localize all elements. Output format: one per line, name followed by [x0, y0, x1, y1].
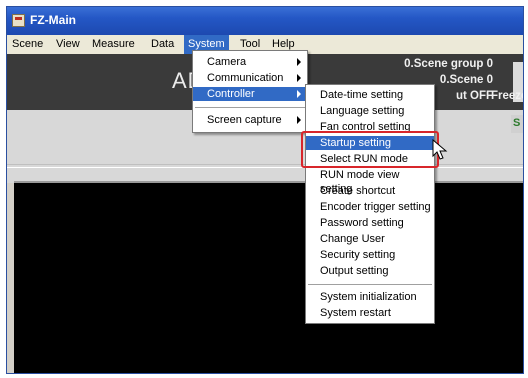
title-bar: FZ-Main	[7, 7, 523, 35]
menu-item-system-initialization[interactable]: System initialization	[306, 290, 434, 304]
output-label: ut OFF	[455, 90, 493, 102]
menu-item-create-shortcut[interactable]: Create shortcut	[306, 184, 434, 198]
menu-item-output[interactable]: Output setting	[306, 264, 434, 278]
scene-label: 0.Scene 0	[439, 74, 493, 86]
submenu-arrow-icon	[297, 74, 301, 82]
side-letter[interactable]: S	[511, 115, 523, 133]
menu-help[interactable]: Help	[272, 38, 295, 50]
highlight-callout	[301, 131, 439, 168]
menu-item-screen-capture[interactable]: Screen capture	[193, 113, 307, 127]
submenu-arrow-icon	[297, 58, 301, 66]
menu-item-security[interactable]: Security setting	[306, 248, 434, 262]
divider	[7, 164, 523, 165]
scene-group-label: 0.Scene group 0	[404, 58, 493, 70]
menu-item-camera[interactable]: Camera	[193, 55, 307, 69]
menu-tool[interactable]: Tool	[240, 38, 260, 50]
window-title: FZ-Main	[30, 13, 76, 27]
menu-data[interactable]: Data	[151, 38, 174, 50]
menu-view[interactable]: View	[56, 38, 80, 50]
freeze-label: Freeze	[491, 90, 524, 102]
menu-item-run-mode-view[interactable]: RUN mode view setting	[306, 168, 434, 195]
menu-item-system-restart[interactable]: System restart	[306, 306, 434, 320]
menu-item-date-time[interactable]: Date-time setting	[306, 88, 434, 102]
system-menu: Camera Communication Controller Screen c…	[192, 50, 308, 133]
app-icon	[12, 14, 25, 27]
controller-submenu: Date-time setting Language setting Fan c…	[305, 84, 435, 324]
menu-separator	[195, 107, 305, 108]
menu-item-password[interactable]: Password setting	[306, 216, 434, 230]
image-display	[14, 181, 523, 373]
menu-scene[interactable]: Scene	[12, 38, 43, 50]
submenu-arrow-icon	[297, 90, 301, 98]
menu-item-change-user[interactable]: Change User	[306, 232, 434, 246]
menu-item-language[interactable]: Language setting	[306, 104, 434, 118]
menu-separator	[308, 284, 432, 285]
mouse-cursor-icon	[432, 139, 448, 160]
menu-item-encoder-trigger[interactable]: Encoder trigger setting	[306, 200, 434, 214]
menu-item-controller[interactable]: Controller	[193, 87, 307, 101]
divider-highlight	[7, 167, 523, 168]
submenu-arrow-icon	[297, 116, 301, 124]
menu-item-communication[interactable]: Communication	[193, 71, 307, 85]
menu-measure[interactable]: Measure	[92, 38, 135, 50]
